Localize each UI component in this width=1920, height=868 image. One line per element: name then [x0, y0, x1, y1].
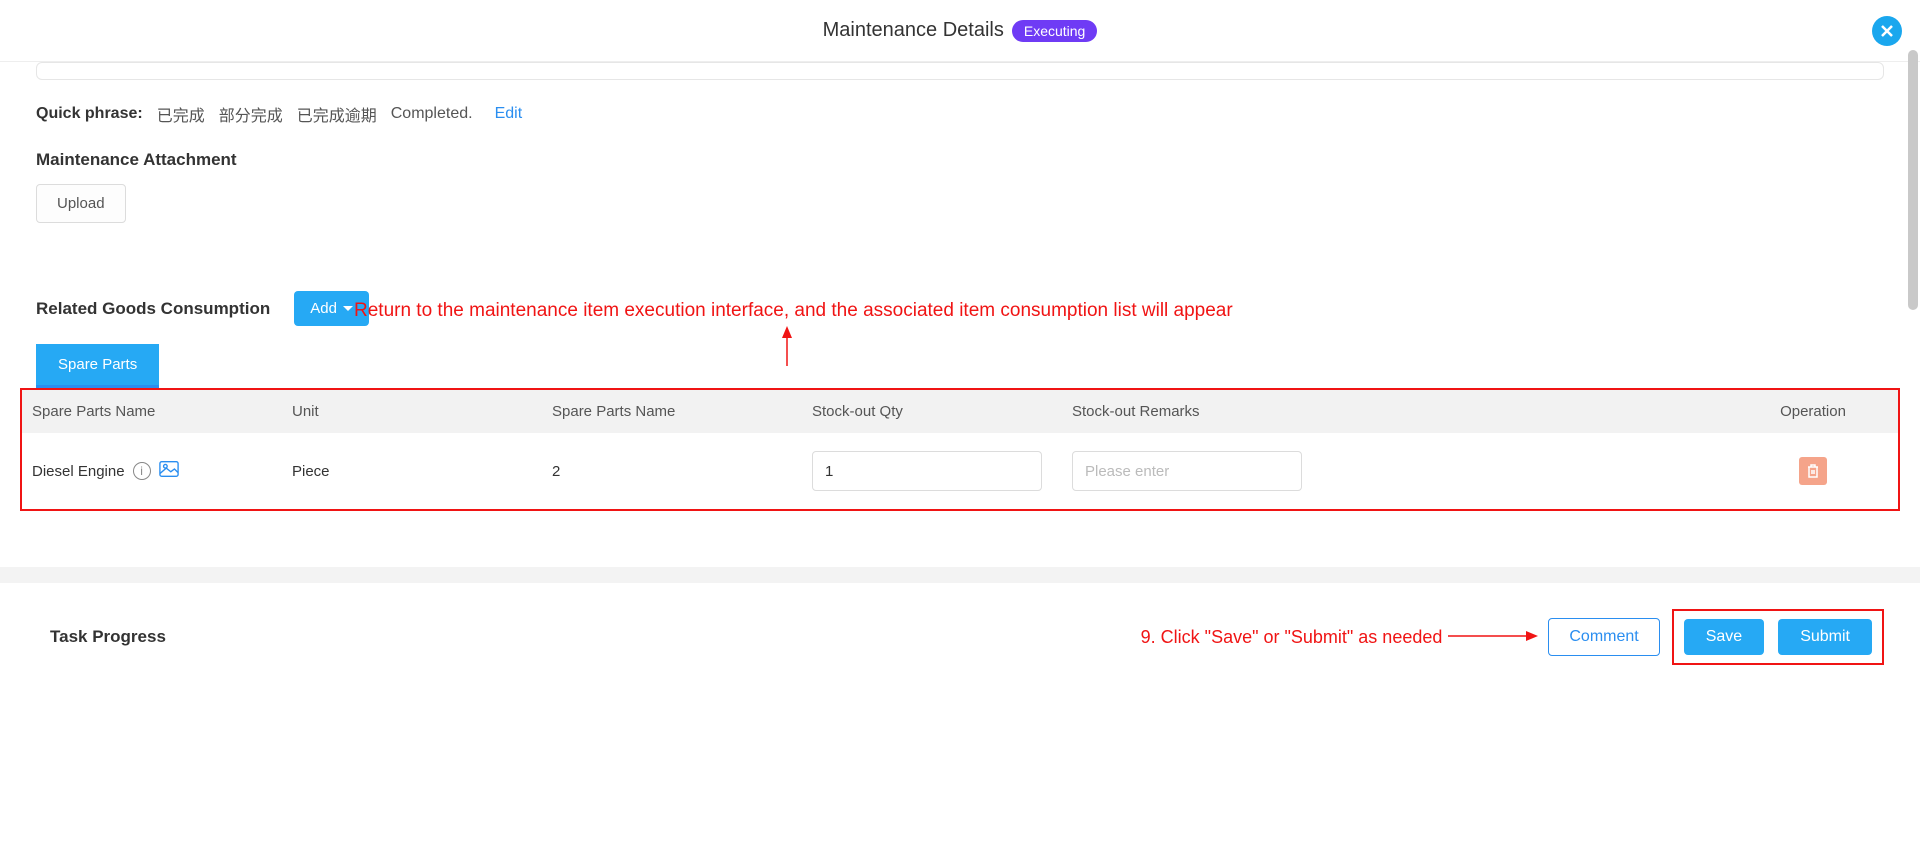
- annotation-text-2: 9. Click "Save" or "Submit" as needed: [1141, 627, 1539, 648]
- quick-phrase-item-2[interactable]: 部分完成: [219, 102, 283, 126]
- quick-phrase-row: Quick phrase: 已完成 部分完成 已完成逾期 Completed. …: [36, 102, 1884, 126]
- submit-button[interactable]: Submit: [1778, 619, 1872, 655]
- spare-parts-table: Spare Parts Name Unit Spare Parts Name S…: [22, 390, 1898, 509]
- maintenance-details-modal: Maintenance Details Executing Quick phra…: [0, 0, 1920, 868]
- quick-phrase-edit-link[interactable]: Edit: [495, 105, 523, 123]
- annotation-2-text: 9. Click "Save" or "Submit" as needed: [1141, 627, 1443, 648]
- close-button[interactable]: [1872, 16, 1902, 46]
- cell-name: Diesel Engine i: [22, 433, 282, 509]
- arrow-down-icon: [780, 326, 794, 371]
- add-button-label: Add: [310, 300, 337, 317]
- cell-qty: [802, 433, 1062, 509]
- text-area-bottom-edge[interactable]: [36, 62, 1884, 80]
- maintenance-attachment-heading: Maintenance Attachment: [36, 150, 1884, 170]
- th-spn2: Spare Parts Name: [542, 390, 802, 433]
- status-badge: Executing: [1012, 20, 1097, 42]
- image-icon[interactable]: [159, 460, 179, 482]
- table-row: Diesel Engine i Piece 2: [22, 433, 1898, 509]
- close-icon: [1879, 23, 1895, 39]
- tabs-row: Spare Parts: [36, 344, 1884, 388]
- quick-phrase-label: Quick phrase:: [36, 105, 143, 123]
- th-op: Operation: [1728, 390, 1898, 433]
- th-name: Spare Parts Name: [22, 390, 282, 433]
- table-header: Spare Parts Name Unit Spare Parts Name S…: [22, 390, 1898, 433]
- row-name-text: Diesel Engine: [32, 463, 125, 480]
- section-divider: [0, 567, 1920, 583]
- cell-unit: Piece: [282, 433, 542, 509]
- comment-button[interactable]: Comment: [1548, 618, 1659, 656]
- trash-icon: [1806, 463, 1820, 479]
- modal-header: Maintenance Details Executing: [0, 0, 1920, 62]
- cell-operation: [1728, 433, 1898, 509]
- upload-button[interactable]: Upload: [36, 184, 126, 223]
- chevron-down-icon: [343, 306, 353, 311]
- annotation-highlight-box-table: Spare Parts Name Unit Spare Parts Name S…: [20, 388, 1900, 511]
- th-qty: Stock-out Qty: [802, 390, 1062, 433]
- quick-phrase-item-3[interactable]: 已完成逾期: [297, 102, 377, 126]
- footer-row: Task Progress 9. Click "Save" or "Submit…: [36, 583, 1884, 665]
- arrow-left-icon: [1448, 627, 1538, 648]
- info-icon[interactable]: i: [133, 462, 151, 480]
- th-remarks: Stock-out Remarks: [1062, 390, 1728, 433]
- cell-spn2: 2: [542, 433, 802, 509]
- quick-phrase-item-4[interactable]: Completed.: [391, 105, 473, 123]
- th-unit: Unit: [282, 390, 542, 433]
- stock-out-qty-input[interactable]: [812, 451, 1042, 491]
- delete-row-button[interactable]: [1799, 457, 1827, 485]
- task-progress-heading: Task Progress: [50, 627, 166, 647]
- save-button[interactable]: Save: [1684, 619, 1764, 655]
- tab-spare-parts[interactable]: Spare Parts: [36, 344, 159, 388]
- cell-remarks: [1062, 433, 1728, 509]
- modal-title: Maintenance Details Executing: [823, 19, 1098, 42]
- stock-out-remarks-input[interactable]: [1072, 451, 1302, 491]
- modal-body: Quick phrase: 已完成 部分完成 已完成逾期 Completed. …: [0, 62, 1920, 665]
- page-title-text: Maintenance Details: [823, 19, 1004, 42]
- annotation-highlight-box-buttons: Save Submit: [1672, 609, 1884, 665]
- quick-phrase-item-1[interactable]: 已完成: [157, 102, 205, 126]
- annotation-text-1: Return to the maintenance item execution…: [354, 300, 1233, 322]
- scrollbar-thumb[interactable]: [1908, 50, 1918, 310]
- related-goods-heading: Related Goods Consumption: [36, 299, 270, 319]
